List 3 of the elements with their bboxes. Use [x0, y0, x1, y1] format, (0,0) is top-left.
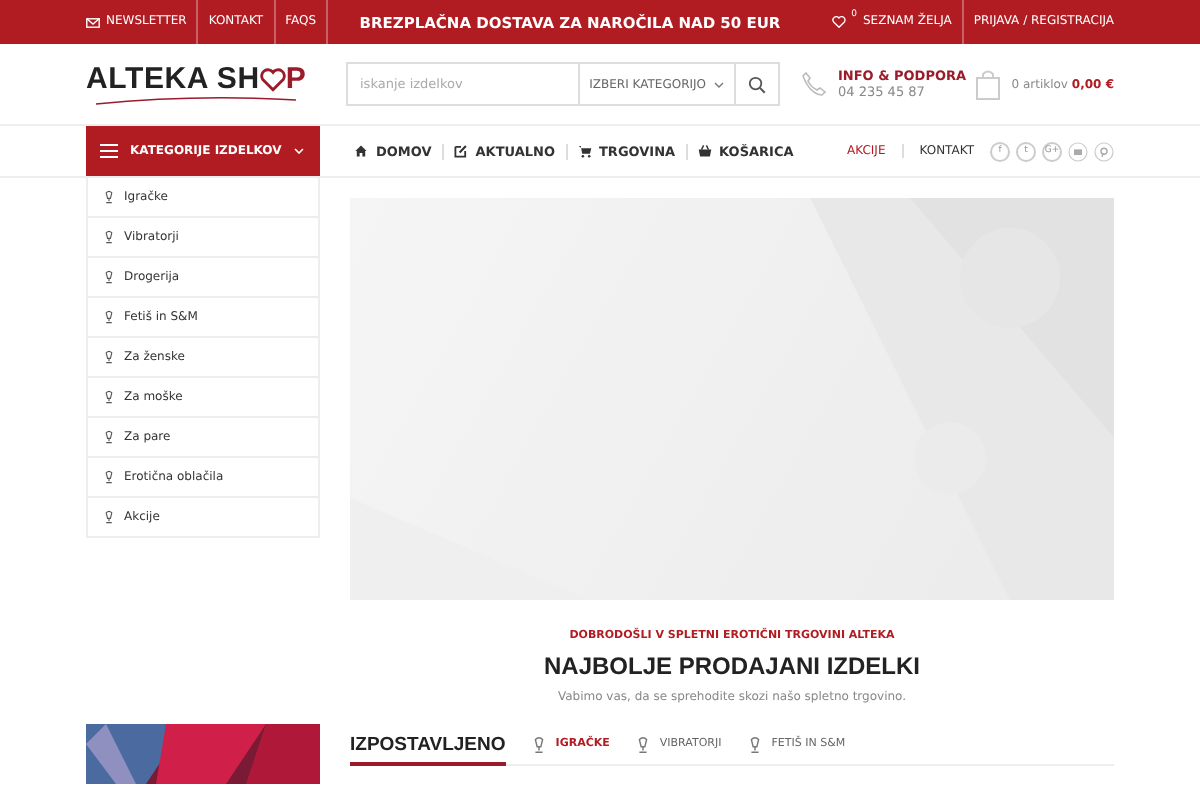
featured-heading: IZPOSTAVLJENO: [350, 733, 506, 765]
section-title: NAJBOLJE PRODAJANI IZDELKI: [541, 652, 923, 680]
logo[interactable]: ALTEKA SH P: [86, 62, 346, 106]
